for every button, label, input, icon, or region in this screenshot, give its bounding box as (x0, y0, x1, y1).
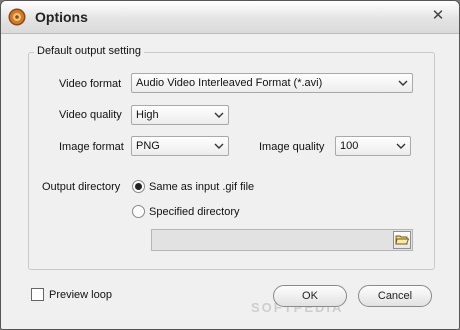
ok-button[interactable]: OK (273, 285, 347, 307)
radio-selected-dot (135, 183, 142, 190)
title-bar[interactable]: Options ✕ (1, 1, 459, 34)
chevron-down-icon (214, 143, 224, 149)
image-format-value: PNG (136, 140, 160, 152)
folder-open-icon (395, 235, 410, 245)
same-as-input-radio[interactable] (132, 180, 145, 193)
window-title: Options (35, 9, 88, 25)
output-directory-label: Output directory (42, 181, 121, 193)
group-title: Default output setting (34, 45, 144, 57)
chevron-down-icon (398, 80, 408, 86)
app-logo-icon (8, 8, 26, 26)
chevron-down-icon (214, 112, 224, 118)
image-quality-label: Image quality (259, 141, 325, 153)
video-quality-select[interactable]: High (131, 105, 229, 125)
directory-path-input[interactable] (151, 229, 413, 251)
image-format-select[interactable]: PNG (131, 136, 229, 156)
preview-loop-checkbox[interactable] (31, 288, 44, 301)
image-format-label: Image format (59, 141, 124, 153)
options-dialog: Options ✕ Default output setting Video f… (0, 0, 460, 330)
video-format-label: Video format (59, 78, 122, 90)
video-quality-label: Video quality (59, 109, 122, 121)
chevron-down-icon (396, 143, 406, 149)
specified-directory-label[interactable]: Specified directory (149, 206, 240, 218)
video-format-value: Audio Video Interleaved Format (*.avi) (136, 77, 323, 89)
image-quality-select[interactable]: 100 (335, 136, 411, 156)
same-as-input-label[interactable]: Same as input .gif file (149, 181, 254, 193)
video-format-select[interactable]: Audio Video Interleaved Format (*.avi) (131, 73, 413, 93)
dialog-body: Default output setting Video format Audi… (1, 34, 459, 329)
browse-folder-button[interactable] (393, 231, 411, 249)
image-quality-value: 100 (340, 140, 359, 152)
video-quality-value: High (136, 109, 159, 121)
close-icon[interactable]: ✕ (429, 7, 447, 25)
preview-loop-label[interactable]: Preview loop (49, 289, 112, 301)
specified-directory-radio[interactable] (132, 205, 145, 218)
cancel-button[interactable]: Cancel (358, 285, 432, 307)
